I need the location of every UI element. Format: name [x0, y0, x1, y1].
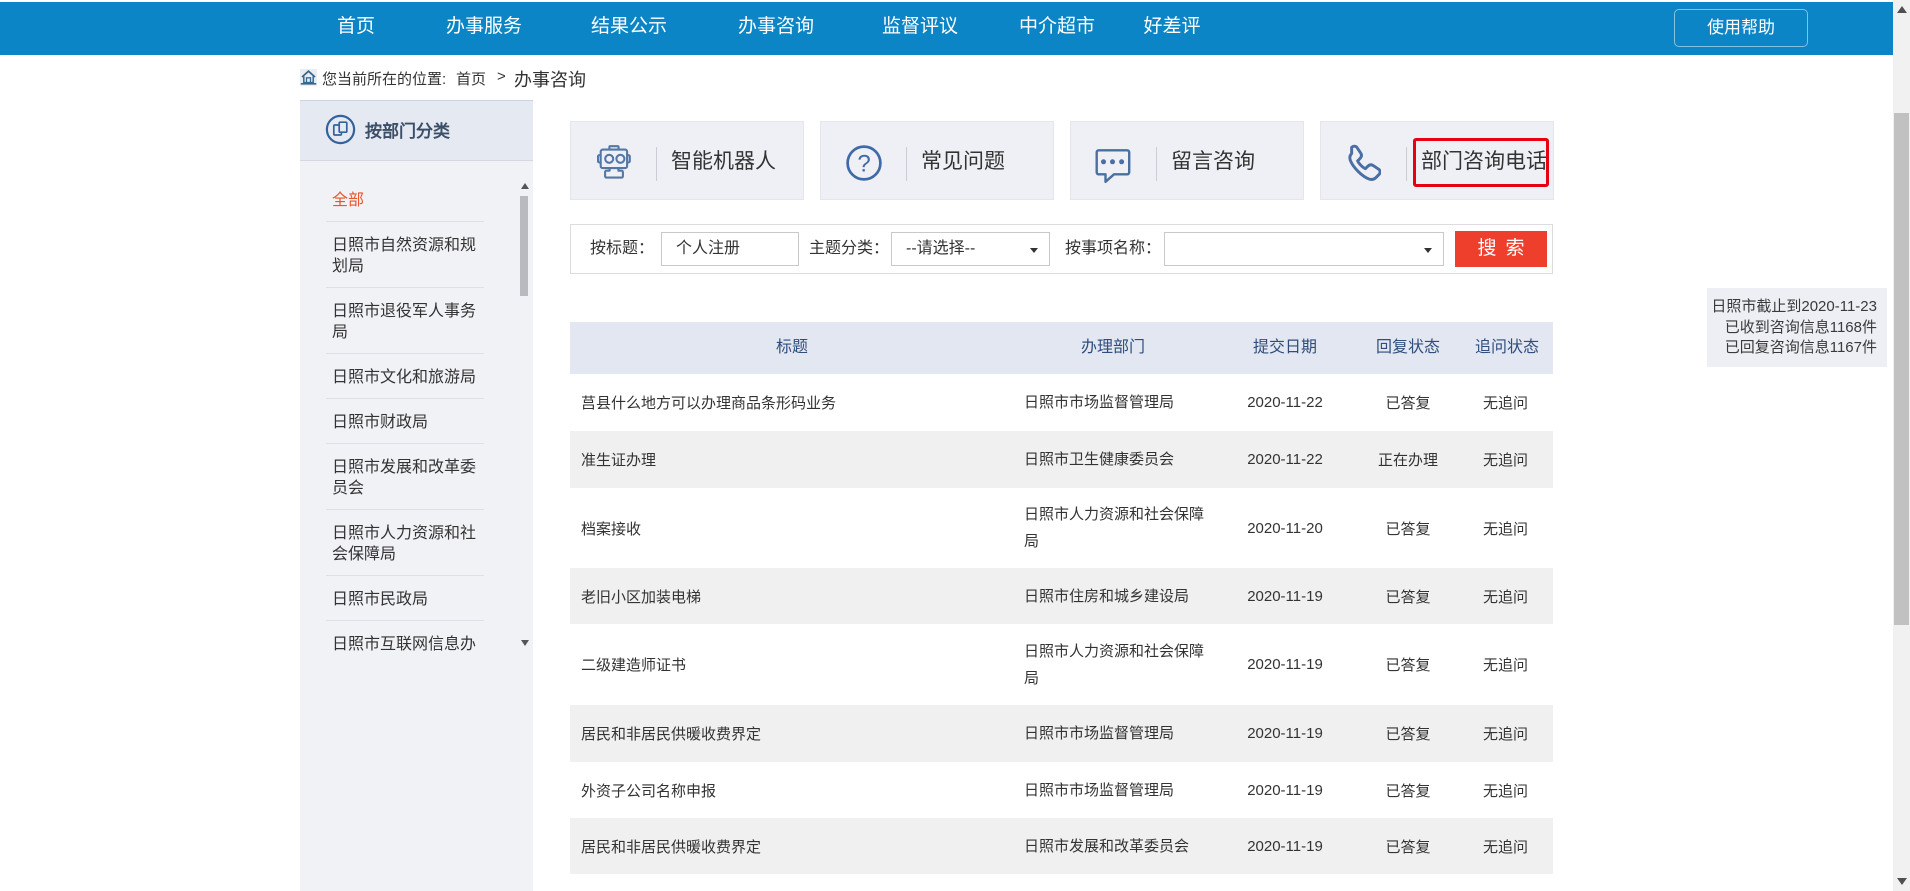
svg-text:?: ? — [857, 151, 870, 178]
